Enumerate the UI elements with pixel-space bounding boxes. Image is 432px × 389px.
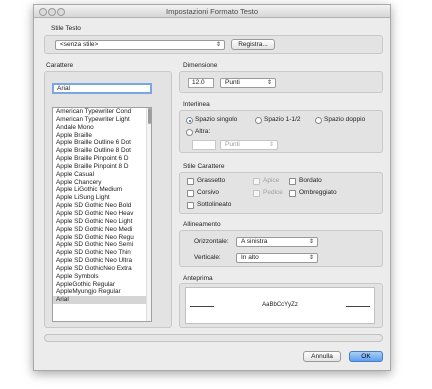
dimensione-label: Dimensione — [183, 62, 218, 69]
font-list-item[interactable]: Apple SD Gothic Neo Thin — [53, 249, 151, 257]
radio-altra[interactable] — [186, 129, 193, 136]
size-unit-popup[interactable]: Punti ⇕ — [220, 78, 276, 88]
font-list-item[interactable]: American Typewriter Cond — [53, 108, 151, 116]
checkbox-apice[interactable] — [253, 178, 260, 185]
orizzontale-value: A sinistra — [241, 238, 268, 245]
preview-line-right — [346, 306, 370, 307]
checkbox-grassetto[interactable] — [187, 178, 194, 185]
anteprima-label: Anteprima — [183, 275, 213, 282]
font-list-item[interactable]: Apple LiSung Light — [53, 194, 151, 202]
font-list-item[interactable]: Apple Symbols — [53, 273, 151, 281]
altra-spacing-input[interactable] — [192, 140, 216, 150]
popup-arrows-icon: ⇕ — [215, 42, 221, 48]
label-bordato: Bordato — [299, 177, 322, 184]
checkbox-corsivo[interactable] — [187, 190, 194, 197]
radio-spazio-1-1-2[interactable] — [255, 117, 262, 124]
orizzontale-popup[interactable]: A sinistra ⇕ — [236, 237, 318, 247]
registra-button[interactable]: Registra... — [231, 39, 275, 50]
radio-label-spazio-singolo: Spazio singolo — [195, 116, 238, 123]
popup-arrows-icon: ⇕ — [308, 239, 314, 245]
font-list-item[interactable]: Apple SD GothicNeo Extra — [53, 265, 151, 273]
interlinea-group: Spazio singolo Spazio 1-1/2 Spazio doppi… — [179, 110, 383, 153]
font-list-item[interactable]: Apple Braille Pinpoint 6 D — [53, 155, 151, 163]
font-list[interactable]: American Typewriter Cond American Typewri… — [52, 107, 152, 322]
radio-label-altra: Altra: — [195, 128, 211, 135]
checkbox-sottolineato[interactable] — [187, 202, 194, 209]
altra-unit-popup[interactable]: Punti ⇕ — [220, 140, 278, 150]
font-list-item[interactable]: Apple Braille Outline 8 Dot — [53, 147, 151, 155]
size-unit-value: Punti — [225, 79, 240, 86]
interlinea-label: Interlinea — [183, 101, 210, 108]
font-list-item[interactable]: Apple SD Gothic Neo Bold — [53, 202, 151, 210]
orizzontale-label: Orizzontale: — [194, 238, 229, 245]
font-list-item[interactable]: Apple Braille — [53, 132, 151, 140]
stile-carattere-group: Grassetto Apice Bordato Corsivo Pedice O… — [179, 172, 383, 214]
allineamento-label: Allineamento — [183, 221, 221, 228]
preview-sample-text: AaBbCcYyZz — [262, 302, 298, 308]
font-list-item[interactable]: Apple LiGothic Medium — [53, 186, 151, 194]
label-sottolineato: Sottolineato — [197, 201, 232, 208]
font-search-input[interactable]: Arial — [52, 83, 152, 94]
font-list-item[interactable]: Apple Braille Outline 6 Dot — [53, 139, 151, 147]
ok-button[interactable]: OK — [349, 351, 383, 362]
font-list-item[interactable]: Apple Braille Pinpoint 8 D — [53, 163, 151, 171]
popup-arrows-icon: ⇕ — [308, 255, 314, 261]
font-list-items: American Typewriter Cond American Typewri… — [53, 108, 151, 305]
label-apice: Apice — [263, 177, 280, 184]
dialog-window: Impostazioni Formato Testo Stile Testo <… — [33, 4, 391, 371]
font-list-item[interactable]: Apple SD Gothic Neo Semi — [53, 241, 151, 249]
checkbox-ombreggiato[interactable] — [289, 190, 296, 197]
label-ombreggiato: Ombreggiato — [299, 189, 337, 196]
label-grassetto: Grassetto — [197, 177, 226, 184]
font-list-item[interactable]: Apple Chancery — [53, 179, 151, 187]
label-corsivo: Corsivo — [197, 189, 220, 196]
font-list-item[interactable]: Apple SD Gothic Neo Regu — [53, 234, 151, 242]
font-list-item[interactable]: Andale Mono — [53, 124, 151, 132]
stile-testo-group: <senza stile> ⇕ Registra... — [44, 35, 383, 54]
radio-label-spazio-1-1-2: Spazio 1-1/2 — [264, 116, 301, 123]
font-list-item[interactable]: Apple Casual — [53, 171, 151, 179]
size-input[interactable]: 12.0 — [188, 78, 214, 88]
popup-arrows-icon: ⇕ — [266, 80, 272, 86]
scrollbar-thumb[interactable] — [148, 108, 151, 124]
stile-testo-popup[interactable]: <senza stile> ⇕ — [55, 40, 225, 50]
font-list-item[interactable]: AppleMyungjo Regular — [53, 288, 151, 296]
stile-testo-value: <senza stile> — [60, 41, 99, 48]
font-list-item[interactable]: American Typewriter Light — [53, 116, 151, 124]
dimensione-group: 12.0 Punti ⇕ — [179, 71, 383, 93]
title-bar: Impostazioni Formato Testo — [34, 5, 390, 18]
altra-unit-value: Punti — [225, 141, 240, 148]
font-list-item[interactable]: Apple SD Gothic Neo Ultra — [53, 257, 151, 265]
checkbox-bordato[interactable] — [289, 178, 296, 185]
checkbox-pedice[interactable] — [253, 190, 260, 197]
radio-spazio-doppio[interactable] — [315, 117, 322, 124]
font-list-item[interactable]: Apple SD Gothic Neo Medi — [53, 226, 151, 234]
radio-label-spazio-doppio: Spazio doppio — [324, 116, 366, 123]
font-list-item[interactable]: Apple SD Gothic Neo Light — [53, 218, 151, 226]
verticale-label: Verticale: — [194, 254, 221, 261]
font-list-item[interactable]: AppleGothic Regular — [53, 281, 151, 289]
preview-box: AaBbCcYyZz — [185, 287, 375, 324]
font-list-item[interactable]: Arial — [53, 296, 151, 305]
verticale-popup[interactable]: In alto ⇕ — [236, 253, 318, 263]
stile-testo-label: Stile Testo — [51, 25, 81, 32]
font-list-scrollbar[interactable] — [146, 108, 151, 321]
font-list-item[interactable]: Apple SD Gothic Neo Heav — [53, 210, 151, 218]
label-pedice: Pedice — [263, 189, 283, 196]
radio-spazio-singolo[interactable] — [186, 117, 193, 124]
stile-carattere-label: Stile Carattere — [183, 163, 225, 170]
carattere-label: Carattere — [46, 62, 74, 69]
verticale-value: In alto — [241, 254, 259, 261]
allineamento-group: Orizzontale: A sinistra ⇕ Verticale: In … — [179, 230, 383, 267]
popup-arrows-icon: ⇕ — [268, 142, 274, 148]
annulla-button[interactable]: Annulla — [303, 351, 341, 362]
window-title: Impostazioni Formato Testo — [166, 7, 258, 16]
progress-track — [44, 334, 383, 342]
